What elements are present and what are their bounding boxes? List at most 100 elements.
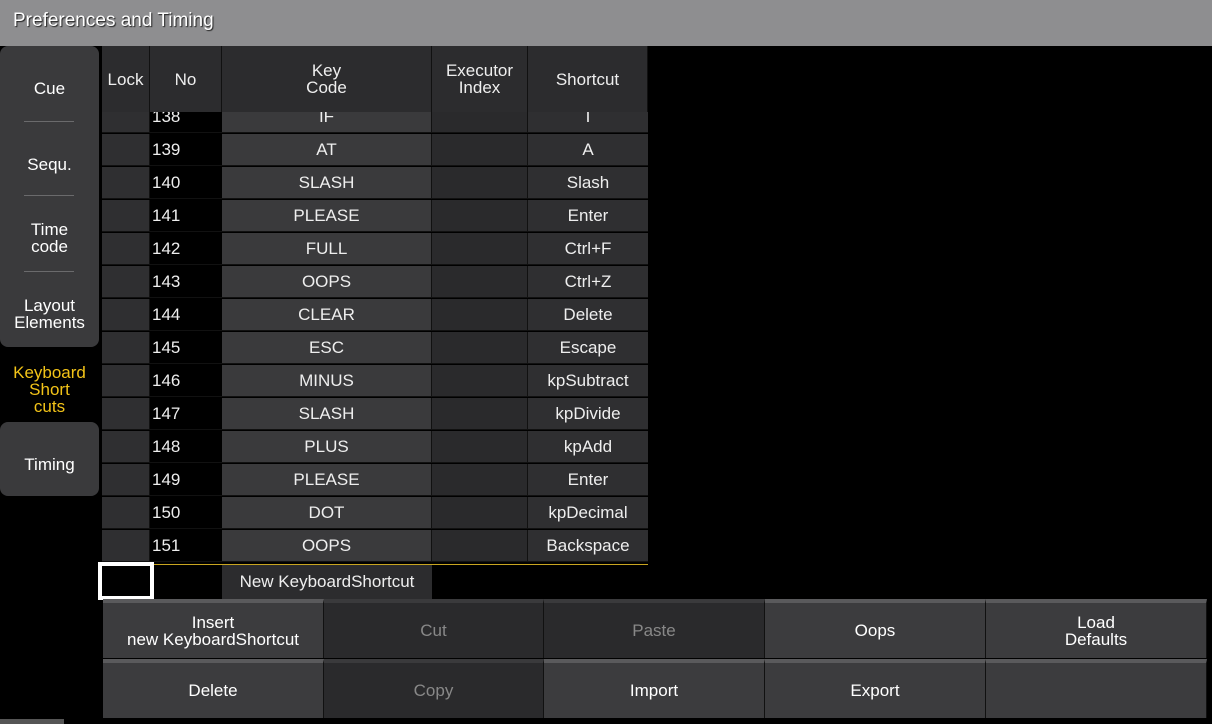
executor-index-cell[interactable] [432,112,528,133]
nav-item-cue[interactable]: Cue [0,46,99,130]
table-row[interactable]: 139 AT A [102,134,648,167]
no-cell[interactable]: 151 [150,530,222,562]
shortcut-cell[interactable]: kpSubtract [528,365,648,397]
lock-cell[interactable] [102,464,150,496]
executor-index-cell[interactable] [432,134,528,166]
table-row[interactable]: 145 ESC Escape [102,332,648,365]
shortcut-cell[interactable]: Delete [528,299,648,331]
key-code-cell[interactable]: SLASH [222,398,432,430]
table-row[interactable]: 148 PLUS kpAdd [102,431,648,464]
lock-cell[interactable] [102,134,150,166]
import-button[interactable]: Import [544,659,765,718]
paste-button[interactable]: Paste [544,599,765,658]
executor-index-cell[interactable] [432,530,528,562]
shortcut-cell[interactable]: kpAdd [528,431,648,463]
cut-button[interactable]: Cut [324,599,544,658]
no-cell[interactable]: 142 [150,233,222,265]
key-code-cell[interactable]: MINUS [222,365,432,397]
key-code-cell[interactable]: PLUS [222,431,432,463]
key-code-cell[interactable]: OOPS [222,266,432,298]
table-row[interactable]: 141 PLEASE Enter [102,200,648,233]
column-header-shortcut[interactable]: Shortcut [528,46,648,112]
executor-index-cell[interactable] [432,233,528,265]
shortcut-cell[interactable]: Ctrl+F [528,233,648,265]
shortcut-cell[interactable]: A [528,134,648,166]
lock-cell[interactable] [102,112,150,133]
shortcut-cell[interactable]: kpDivide [528,398,648,430]
lock-cell[interactable] [102,167,150,199]
lock-cell[interactable] [102,398,150,430]
no-cell[interactable]: 146 [150,365,222,397]
lock-cell[interactable] [102,233,150,265]
key-code-cell[interactable]: PLEASE [222,200,432,232]
no-cell[interactable]: 138 [150,112,222,133]
shortcut-cell[interactable]: Slash [528,167,648,199]
no-cell[interactable]: 143 [150,266,222,298]
nav-item-timing[interactable]: Timing [0,422,99,506]
no-cell[interactable]: 144 [150,299,222,331]
nav-item-layout-elements[interactable]: Layout Elements [0,272,99,356]
table-row[interactable]: 140 SLASH Slash [102,167,648,200]
nav-item-time-code[interactable]: Time code [0,196,99,280]
table-row[interactable]: 146 MINUS kpSubtract [102,365,648,398]
shortcut-cell[interactable]: Enter [528,200,648,232]
no-cell[interactable]: 147 [150,398,222,430]
table-row[interactable]: 144 CLEAR Delete [102,299,648,332]
table-row[interactable]: 151 OOPS Backspace [102,530,648,563]
new-shortcut-row[interactable]: New KeyboardShortcut [98,562,648,600]
key-code-cell[interactable]: SLASH [222,167,432,199]
shortcut-cell[interactable]: Escape [528,332,648,364]
key-code-cell[interactable]: DOT [222,497,432,529]
column-header-no[interactable]: No [150,46,222,112]
lock-cell[interactable] [102,530,150,562]
table-row[interactable]: 143 OOPS Ctrl+Z [102,266,648,299]
lock-cell[interactable] [102,200,150,232]
executor-index-cell[interactable] [432,497,528,529]
empty-button[interactable] [986,659,1207,718]
nav-item-sequ[interactable]: Sequ. [0,122,99,206]
key-code-cell[interactable]: FULL [222,233,432,265]
shortcut-cell[interactable]: Ctrl+Z [528,266,648,298]
copy-button[interactable]: Copy [324,659,544,718]
no-cell[interactable]: 139 [150,134,222,166]
executor-index-cell[interactable] [432,332,528,364]
executor-index-cell[interactable] [432,200,528,232]
shortcut-cell[interactable]: kpDecimal [528,497,648,529]
key-code-cell[interactable]: ESC [222,332,432,364]
insert-new-keyboardshortcut-button[interactable]: Insert new KeyboardShortcut [103,599,324,658]
shortcut-cell[interactable]: Backspace [528,530,648,562]
table-row[interactable]: 147 SLASH kpDivide [102,398,648,431]
no-cell[interactable]: 145 [150,332,222,364]
executor-index-cell[interactable] [432,365,528,397]
lock-cell[interactable] [102,365,150,397]
key-code-cell[interactable]: PLEASE [222,464,432,496]
executor-index-cell[interactable] [432,431,528,463]
executor-index-cell[interactable] [432,398,528,430]
nav-item-keyboard-short-cuts[interactable]: Keyboard Short cuts [0,347,99,431]
executor-index-cell[interactable] [432,266,528,298]
key-code-cell[interactable]: AT [222,134,432,166]
column-header-executor-index[interactable]: Executor Index [432,46,528,112]
lock-cell[interactable] [102,497,150,529]
lock-cell[interactable] [102,299,150,331]
table-row[interactable]: 150 DOT kpDecimal [102,497,648,530]
oops-button[interactable]: Oops [765,599,986,658]
lock-cell[interactable] [102,266,150,298]
shortcut-cell[interactable]: Enter [528,464,648,496]
load-defaults-button[interactable]: Load Defaults [986,599,1207,658]
lock-cell[interactable] [102,332,150,364]
table-row[interactable]: 149 PLEASE Enter [102,464,648,497]
shortcut-cell[interactable]: I [528,112,648,133]
new-keyboard-shortcut-cell[interactable]: New KeyboardShortcut [222,565,432,599]
lock-cell[interactable] [102,431,150,463]
column-header-key-code[interactable]: Key Code [222,46,432,112]
executor-index-cell[interactable] [432,299,528,331]
executor-index-cell[interactable] [432,464,528,496]
key-code-cell[interactable]: CLEAR [222,299,432,331]
no-cell[interactable]: 140 [150,167,222,199]
no-cell[interactable]: 148 [150,431,222,463]
key-code-cell[interactable]: OOPS [222,530,432,562]
table-row[interactable]: 142 FULL Ctrl+F [102,233,648,266]
no-cell[interactable]: 150 [150,497,222,529]
no-cell[interactable]: 149 [150,464,222,496]
